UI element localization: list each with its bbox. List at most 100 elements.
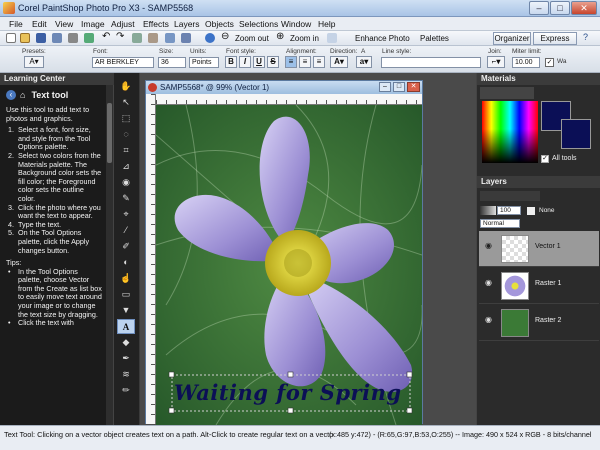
size-select[interactable]: 36 (158, 57, 186, 68)
strikethrough-button[interactable]: S (267, 56, 279, 68)
help-question-icon[interactable]: ? (583, 32, 588, 42)
warp-brush-icon[interactable]: ≋ (117, 367, 135, 382)
preset-shape-icon[interactable]: ◆ (117, 335, 135, 350)
menu-window[interactable]: Window (281, 19, 311, 29)
smudge-tool-icon[interactable]: ☝ (117, 271, 135, 286)
palettes-menu[interactable]: Palettes (420, 34, 449, 43)
redo-icon[interactable]: ↷ (116, 31, 124, 42)
pick-tool-icon[interactable]: ↖ (117, 95, 135, 110)
units-select[interactable]: Points (189, 57, 219, 68)
doc-maximize-button[interactable]: □ (393, 82, 405, 92)
menu-view[interactable]: View (55, 19, 73, 29)
visibility-icon[interactable]: ◉ (485, 315, 492, 324)
lock-icon[interactable] (527, 207, 535, 215)
scan-icon[interactable] (84, 33, 94, 43)
bold-button[interactable]: B (225, 56, 237, 68)
selection-tool-icon[interactable]: ⬚ (117, 111, 135, 126)
menu-image[interactable]: Image (81, 19, 105, 29)
dodge-tool-icon[interactable]: ◐ (117, 255, 135, 270)
menu-selections[interactable]: Selections (239, 19, 278, 29)
maximize-button[interactable]: □ (550, 1, 570, 15)
text-tool-heading: Text tool (31, 89, 69, 100)
red-eye-tool-icon[interactable]: ◉ (117, 175, 135, 190)
organizer-button[interactable]: Organizer (493, 32, 531, 45)
visibility-icon[interactable]: ◉ (485, 278, 492, 287)
zoom-in-button[interactable]: Zoom in (290, 34, 319, 43)
layer-row-raster-1[interactable]: ◉ Raster 1 (479, 268, 599, 304)
presets-dropdown[interactable]: A▾ (24, 56, 44, 68)
info-icon[interactable] (205, 33, 215, 43)
freehand-selection-icon[interactable]: ◌ (117, 127, 135, 142)
join-select[interactable]: ⌐▾ (487, 56, 505, 68)
line-style-select[interactable] (381, 57, 481, 68)
minimize-button[interactable]: – (529, 1, 549, 15)
menu-edit[interactable]: Edit (32, 19, 47, 29)
warp-checkbox[interactable]: ✓ (545, 58, 554, 67)
doc-minimize-button[interactable]: – (379, 82, 391, 92)
layer-row-vector-1[interactable]: ◉ Vector 1 (479, 231, 599, 267)
standard-toolbar: ↶ ↷ ⊖ Zoom out ⊕ Zoom in Enhance Photo P… (0, 31, 600, 54)
learning-center-panel: Learning Center ‹ ⌂ Text tool Use this t… (0, 73, 114, 425)
save-icon[interactable] (36, 33, 46, 43)
menu-layers[interactable]: Layers (174, 19, 200, 29)
text-tool-icon[interactable]: A (117, 319, 135, 334)
express-lab-button[interactable]: Express Lab (533, 32, 577, 54)
direction-select[interactable]: A▾ (330, 56, 348, 68)
makeover-tool-icon[interactable]: ✎ (117, 191, 135, 206)
materials-tabs[interactable] (480, 87, 534, 99)
dropper-tool-icon[interactable]: ⁄ (117, 223, 135, 238)
all-tools-checkbox[interactable]: ✓ (541, 155, 549, 163)
layers-toolbar[interactable] (480, 191, 540, 201)
close-button[interactable]: ✕ (571, 1, 597, 15)
underline-button[interactable]: U (253, 56, 265, 68)
opacity-slider[interactable] (480, 206, 496, 215)
visibility-icon[interactable]: ◉ (485, 241, 492, 250)
color-spectrum[interactable] (482, 101, 538, 163)
save-as-icon[interactable] (52, 33, 62, 43)
crop-icon[interactable] (165, 33, 175, 43)
align-right-button[interactable]: ≡ (313, 56, 325, 68)
open-icon[interactable] (20, 33, 30, 43)
zoom-out-button[interactable]: Zoom out (235, 34, 269, 43)
background-swatch[interactable] (561, 119, 591, 149)
align-center-button[interactable]: ≡ (299, 56, 311, 68)
back-icon[interactable]: ‹ (6, 90, 16, 100)
pen-tool-icon[interactable]: ✒ (117, 351, 135, 366)
learning-center-scroll-thumb[interactable] (107, 103, 112, 163)
pan-tool-icon[interactable]: ✋ (117, 79, 135, 94)
crop-tool-icon[interactable]: ⌗ (117, 143, 135, 158)
clone-brush-icon[interactable]: ⌖ (117, 207, 135, 222)
undo-icon[interactable]: ↶ (102, 31, 110, 42)
menu-effects[interactable]: Effects (143, 19, 169, 29)
alignment-label: Alignment: (286, 48, 317, 55)
step-2: 2. Select two colors from the Materials p… (8, 150, 102, 203)
blend-mode-select[interactable]: Normal (480, 219, 520, 228)
layer-row-raster-2[interactable]: ◉ Raster 2 (479, 305, 599, 341)
vector-text-object[interactable]: Waiting for Spring (174, 376, 414, 410)
paint-brush-icon[interactable]: ✐ (117, 239, 135, 254)
align-left-button[interactable]: ≡ (285, 56, 297, 68)
resize-icon[interactable] (181, 33, 191, 43)
image-canvas[interactable]: Waiting for Spring (156, 105, 422, 425)
new-icon[interactable] (6, 33, 16, 43)
copy-icon[interactable] (132, 33, 142, 43)
anti-alias-select[interactable]: a▾ (356, 56, 372, 68)
italic-button[interactable]: I (239, 56, 251, 68)
menu-file[interactable]: File (9, 19, 23, 29)
flood-fill-icon[interactable]: ▼ (117, 303, 135, 318)
paste-icon[interactable] (148, 33, 158, 43)
menu-objects[interactable]: Objects (205, 19, 234, 29)
art-media-icon[interactable]: ✏ (117, 383, 135, 398)
enhance-photo-menu[interactable]: Enhance Photo (355, 34, 410, 43)
menu-adjust[interactable]: Adjust (111, 19, 135, 29)
miter-limit-input[interactable]: 10.00 (512, 57, 540, 68)
print-icon[interactable] (68, 33, 78, 43)
straighten-tool-icon[interactable]: ⊿ (117, 159, 135, 174)
opacity-input[interactable]: 100 (497, 206, 521, 215)
home-icon[interactable]: ⌂ (20, 90, 25, 100)
font-select[interactable]: AR BERKLEY (92, 57, 154, 68)
eraser-tool-icon[interactable]: ▭ (117, 287, 135, 302)
menu-help[interactable]: Help (318, 19, 335, 29)
doc-close-button[interactable]: ✕ (407, 82, 420, 92)
view-icon[interactable] (327, 33, 337, 43)
